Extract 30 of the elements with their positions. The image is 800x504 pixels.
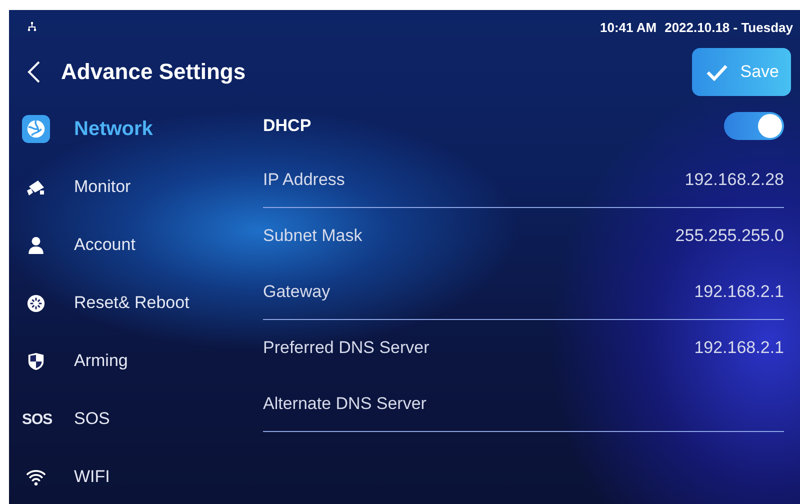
lan-icon	[27, 22, 37, 32]
sidebar-item[interactable]: Reset& Reboot	[26, 274, 263, 332]
sos-icon: SOS	[22, 410, 52, 428]
setting-value[interactable]: 255.255.255.0	[675, 226, 784, 246]
reboot-icon	[26, 294, 46, 312]
setting-label: IP Address	[263, 170, 345, 190]
back-icon[interactable]	[27, 60, 41, 84]
page-title: Advance Settings	[61, 59, 247, 85]
toggle-switch[interactable]	[724, 112, 784, 140]
check-icon	[706, 64, 728, 80]
person-icon	[26, 236, 46, 254]
setting-label: DHCP	[263, 116, 312, 136]
sidebar-item[interactable]: Account	[26, 216, 263, 274]
setting-value[interactable]: 192.168.2.1	[694, 282, 784, 302]
globe-icon	[22, 115, 50, 143]
setting-value[interactable]: 192.168.2.1	[694, 338, 784, 358]
sidebar-item[interactable]: Network	[26, 100, 263, 158]
status-date: 2022.10.18 - Tuesday	[664, 20, 793, 34]
setting-value[interactable]: 192.168.2.28	[684, 170, 784, 190]
setting-label: Alternate DNS Server	[263, 394, 426, 414]
status-time: 10:41 AM	[600, 20, 657, 34]
wifi-icon	[26, 468, 46, 486]
setting-label: Subnet Mask	[263, 226, 362, 246]
sidebar-item[interactable]: Monitor	[26, 158, 263, 216]
sidebar-item[interactable]: Arming	[26, 332, 263, 390]
camera-icon	[26, 178, 46, 196]
setting-label: Gateway	[263, 282, 330, 302]
shield-icon	[26, 352, 46, 370]
setting-label: Preferred DNS Server	[263, 338, 430, 358]
sidebar-item[interactable]: WIFI	[26, 448, 263, 504]
